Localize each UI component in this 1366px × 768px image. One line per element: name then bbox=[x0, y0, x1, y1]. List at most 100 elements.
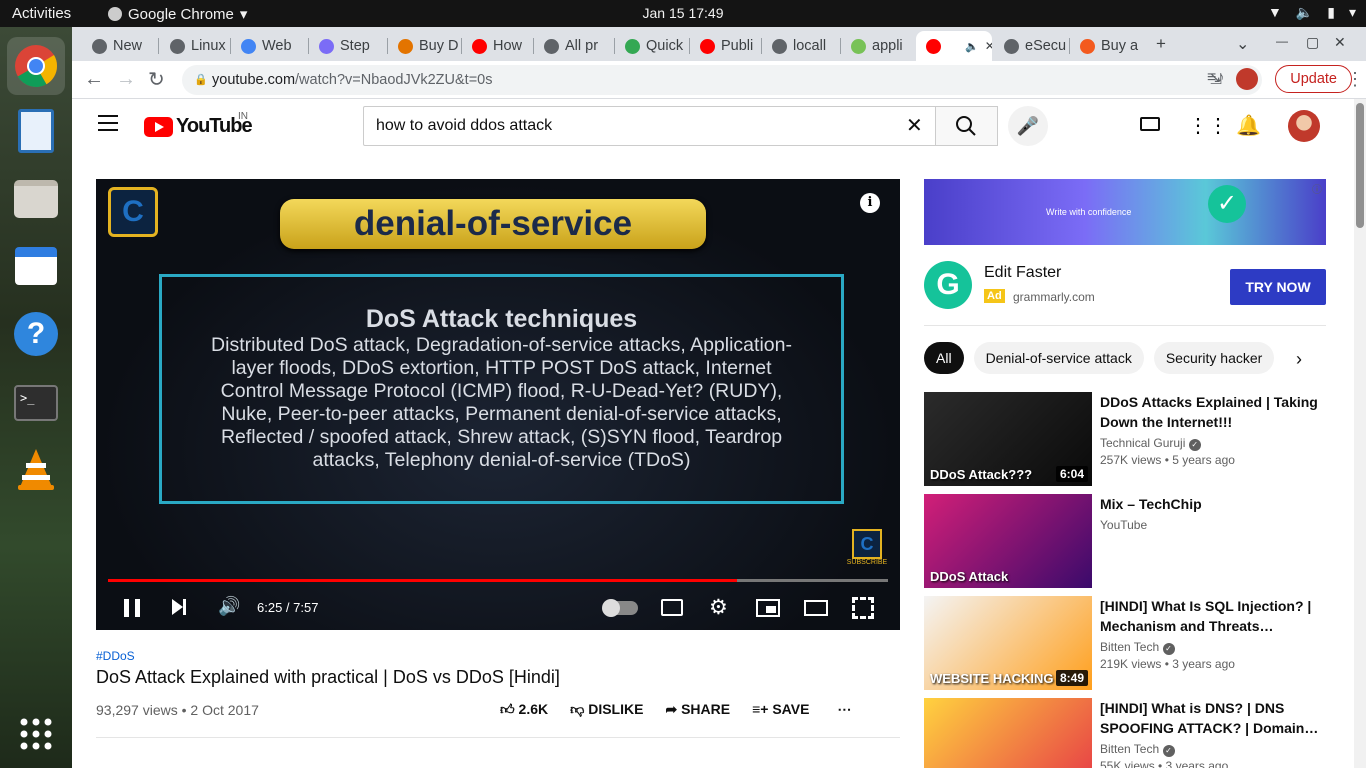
video-title[interactable]: [HINDI] What Is SQL Injection? | Mechani… bbox=[1100, 596, 1322, 636]
update-button[interactable]: Update bbox=[1275, 65, 1352, 93]
address-bar[interactable]: 🔒 youtube.com/watch?v=NbaodJVk2ZU&t=0s ⇲… bbox=[182, 65, 1262, 95]
channel-name[interactable]: Technical Guruji bbox=[1100, 436, 1185, 450]
voice-search-icon[interactable]: 🎤 bbox=[1008, 106, 1048, 146]
tab[interactable]: Publi bbox=[690, 31, 759, 61]
search-button[interactable] bbox=[935, 106, 998, 146]
scrollbar[interactable] bbox=[1354, 99, 1366, 768]
ad-cta-button[interactable]: TRY NOW bbox=[1230, 269, 1326, 305]
notifications-bell-icon[interactable]: 🔔 bbox=[1236, 113, 1261, 138]
video-title[interactable]: DDoS Attacks Explained | Taking Down the… bbox=[1100, 392, 1322, 432]
video-thumbnail[interactable]: DDoS Attack bbox=[924, 494, 1092, 588]
channel-name[interactable]: Bitten Tech bbox=[1100, 742, 1159, 756]
tab[interactable]: Linux bbox=[160, 31, 228, 61]
ad-banner-image[interactable]: Write with confidence ✓ bbox=[924, 179, 1326, 245]
tab[interactable]: Step bbox=[309, 31, 385, 61]
video-hashtag[interactable]: #DDoS bbox=[96, 649, 900, 663]
clock[interactable]: Jan 15 17:49 bbox=[0, 5, 1366, 21]
video-thumbnail[interactable]: DNS SPOOFING? bbox=[924, 698, 1092, 768]
region-label: IN bbox=[238, 111, 248, 122]
dock-vlc[interactable] bbox=[12, 445, 60, 493]
channel-name[interactable]: Bitten Tech bbox=[1100, 640, 1159, 654]
show-apps-button[interactable] bbox=[12, 710, 60, 758]
dislike-button[interactable]: 👎︎ DISLIKE bbox=[570, 701, 643, 718]
video-thumbnail[interactable]: DDoS Attack??? 6:04 bbox=[924, 392, 1092, 486]
video-title[interactable]: [HINDI] What is DNS? | DNS SPOOFING ATTA… bbox=[1100, 698, 1322, 738]
reload-icon[interactable]: ↻ bbox=[148, 67, 165, 92]
subtitles-icon[interactable] bbox=[661, 599, 683, 616]
tab[interactable]: Web bbox=[231, 31, 306, 61]
dock-chrome[interactable] bbox=[7, 37, 65, 95]
video-thumbnail[interactable]: WEBSITE HACKING 8:49 bbox=[924, 596, 1092, 690]
scrollbar-thumb[interactable] bbox=[1356, 103, 1364, 228]
pause-icon[interactable] bbox=[124, 599, 140, 617]
tab-favicon-icon bbox=[92, 38, 107, 54]
info-icon[interactable]: i bbox=[860, 193, 880, 213]
profile-avatar[interactable] bbox=[1236, 68, 1258, 90]
tab[interactable]: How bbox=[462, 31, 531, 61]
tab-search-icon[interactable]: ⌄ bbox=[1236, 34, 1249, 54]
youtube-page: YouTube IN how to avoid ddos attack ✕ 🎤 … bbox=[72, 99, 1366, 768]
create-video-icon[interactable] bbox=[1140, 117, 1160, 131]
apps-grid-icon[interactable]: ⋮⋮ bbox=[1188, 113, 1228, 138]
next-icon[interactable] bbox=[172, 599, 186, 615]
dock-terminal[interactable]: >_ bbox=[12, 379, 60, 427]
theater-mode-icon[interactable] bbox=[804, 600, 828, 616]
hamburger-icon[interactable] bbox=[98, 115, 118, 131]
tab[interactable]: eSecu bbox=[994, 31, 1067, 61]
video-frame: C denial-of-service DoS Attack technique… bbox=[96, 179, 900, 630]
account-avatar[interactable] bbox=[1288, 110, 1320, 142]
media-control-icon[interactable]: ≡♪ bbox=[1207, 69, 1224, 87]
chips-next-icon[interactable]: › bbox=[1296, 349, 1302, 370]
youtube-logo[interactable]: YouTube bbox=[144, 115, 253, 138]
system-tray[interactable]: ▼ 🔈 ▮ ▾ bbox=[1268, 4, 1356, 21]
slide-body: Distributed DoS attack, Degradation-of-s… bbox=[211, 334, 792, 471]
video-title[interactable]: Mix – TechChip bbox=[1100, 494, 1322, 514]
tab-active[interactable]: 🔈 ✕ bbox=[916, 31, 992, 61]
search-input[interactable]: how to avoid ddos attack bbox=[363, 106, 936, 146]
filter-chip[interactable]: All bbox=[924, 342, 964, 374]
settings-gear-icon[interactable]: ⚙ bbox=[709, 595, 728, 620]
tab[interactable]: All pr bbox=[534, 31, 612, 61]
maximize-icon[interactable]: ▢ bbox=[1306, 34, 1319, 51]
close-window-icon[interactable]: ✕ bbox=[1334, 34, 1346, 51]
recommended-video[interactable]: WEBSITE HACKING 8:49 [HINDI] What Is SQL I… bbox=[924, 596, 1324, 692]
like-button[interactable]: 👍︎ 2.6K bbox=[500, 701, 548, 718]
kebab-menu-icon[interactable]: ⋮ bbox=[1346, 69, 1364, 90]
tab[interactable]: appli bbox=[841, 31, 913, 61]
new-tab-icon[interactable]: + bbox=[1156, 34, 1166, 54]
dock-software[interactable] bbox=[12, 242, 60, 290]
dock-writer[interactable] bbox=[12, 107, 60, 155]
ad-info-icon[interactable]: ⓘ bbox=[1312, 181, 1322, 196]
video-player[interactable]: C denial-of-service DoS Attack technique… bbox=[96, 179, 900, 630]
forward-icon[interactable]: → bbox=[116, 68, 136, 91]
ad-card[interactable]: G Edit Faster Ad grammarly.com TRY NOW bbox=[924, 259, 1326, 326]
autoplay-toggle[interactable] bbox=[602, 599, 638, 617]
share-button[interactable]: ➦ SHARE bbox=[665, 701, 730, 718]
tab[interactable]: locall bbox=[762, 31, 838, 61]
filter-chip[interactable]: Security hacker bbox=[1153, 342, 1275, 374]
fullscreen-icon[interactable] bbox=[852, 597, 874, 619]
volume-icon[interactable]: 🔊 bbox=[218, 596, 240, 617]
save-button[interactable]: ≡+ SAVE bbox=[752, 701, 809, 718]
subscribe-watermark[interactable]: C SUBSCRIBE bbox=[844, 529, 890, 575]
tab[interactable]: New bbox=[82, 31, 156, 61]
more-actions-icon[interactable]: ⋯ bbox=[837, 701, 851, 718]
progress-bar[interactable] bbox=[108, 579, 888, 582]
audio-playing-icon[interactable]: 🔈 bbox=[965, 40, 979, 53]
filter-chip[interactable]: Denial-of-service attack bbox=[973, 342, 1144, 374]
tab[interactable]: Buy a bbox=[1070, 31, 1142, 61]
tab[interactable]: Quick bbox=[615, 31, 687, 61]
recommended-video[interactable]: DDoS Attack Mix – TechChip YouTube bbox=[924, 494, 1324, 590]
clear-search-icon[interactable]: ✕ bbox=[906, 113, 923, 138]
tab-label: Publi bbox=[721, 38, 754, 54]
dock-help[interactable]: ? bbox=[12, 310, 60, 358]
miniplayer-icon[interactable] bbox=[756, 599, 780, 617]
recommended-video[interactable]: DNS SPOOFING?[HINDI] What is DNS? | DNS … bbox=[924, 698, 1324, 768]
recommended-video[interactable]: DDoS Attack??? 6:04 DDoS Attacks Explained… bbox=[924, 392, 1324, 488]
back-icon[interactable]: ← bbox=[84, 68, 104, 91]
close-tab-icon[interactable]: ✕ bbox=[985, 39, 992, 53]
channel-name[interactable]: YouTube bbox=[1100, 518, 1147, 532]
dock-files[interactable] bbox=[12, 175, 60, 223]
tab[interactable]: Buy D bbox=[388, 31, 459, 61]
minimize-icon[interactable]: — bbox=[1276, 34, 1288, 48]
